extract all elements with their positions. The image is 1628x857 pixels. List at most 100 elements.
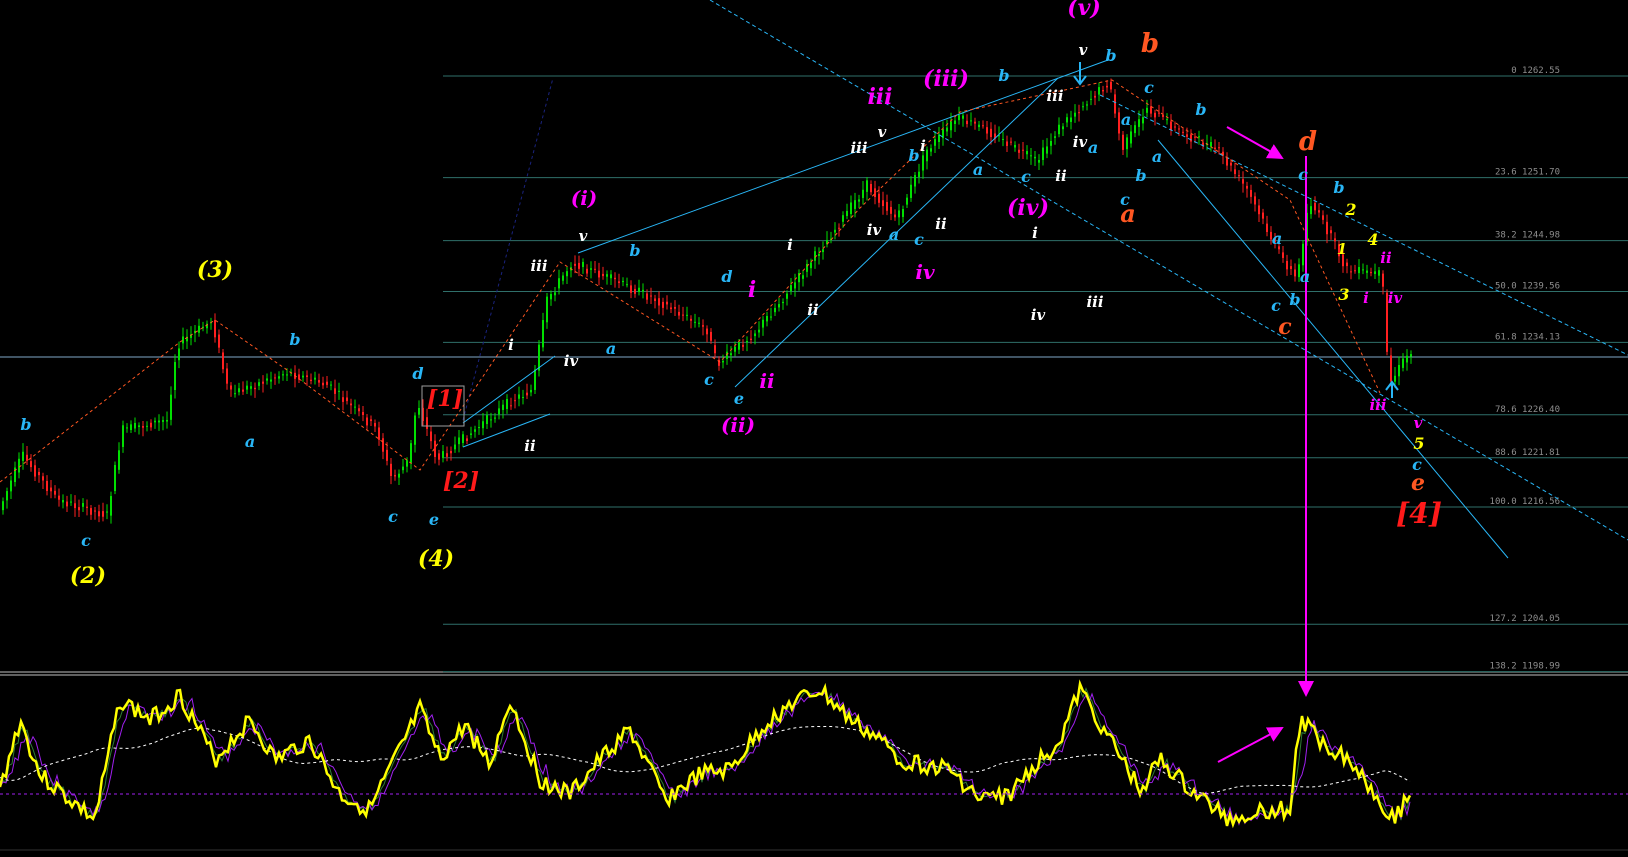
candle-body <box>70 501 72 503</box>
wave-label: 3 <box>1338 285 1349 304</box>
candle-body <box>1022 149 1024 151</box>
candle-body <box>910 184 912 198</box>
candle-body <box>902 209 904 217</box>
arrow-down-right <box>1226 126 1284 159</box>
wave-label: iii <box>1086 293 1103 311</box>
wave-labels: (2)(3)(4)cbabdc e[1][2]iiiiiiivv(i)bacde(… <box>20 0 1442 589</box>
candle-body <box>486 415 488 425</box>
candle-body <box>978 124 980 128</box>
candle-body <box>954 120 956 125</box>
candle-body <box>410 443 412 464</box>
candle-body <box>30 461 32 468</box>
candle-body <box>1290 266 1292 270</box>
candle-body <box>1010 141 1012 143</box>
candle-body <box>530 389 532 393</box>
wave-label: i <box>748 277 756 303</box>
candle-body <box>946 127 948 132</box>
candle-body <box>898 210 900 218</box>
candle-body <box>270 379 272 382</box>
candle-body <box>626 284 628 286</box>
candle-body <box>306 375 308 378</box>
candle-body <box>638 287 640 292</box>
wave-label: i <box>787 236 793 254</box>
candle-body <box>614 277 616 280</box>
candle-body <box>690 318 692 321</box>
wave-label: ii <box>759 369 774 393</box>
candle-body <box>1134 125 1136 134</box>
candle-body <box>1066 117 1068 123</box>
candle-body <box>1166 119 1168 121</box>
wave-label: (3) <box>197 257 233 283</box>
candle-body <box>1382 273 1384 287</box>
candle-body <box>926 149 928 162</box>
decline-channel-3 <box>709 0 1628 541</box>
wave-label: c <box>1144 78 1154 97</box>
candle-body <box>58 495 60 500</box>
candle-body <box>370 419 372 422</box>
candle-body <box>1014 144 1016 148</box>
candle-body <box>146 425 148 427</box>
candle-body <box>238 388 240 393</box>
candle-body <box>534 369 536 390</box>
wave-label: ii <box>1380 249 1392 267</box>
wave-label: [2] <box>443 468 479 494</box>
wave-label: b <box>1333 178 1344 197</box>
candle-body <box>622 280 624 283</box>
wave-label: i <box>920 137 926 155</box>
candle-body <box>702 325 704 327</box>
candle-body <box>250 386 252 389</box>
candle-body <box>770 316 772 318</box>
wave-label: a <box>245 432 255 451</box>
candle-body <box>414 415 416 445</box>
candle-body <box>722 360 724 363</box>
candle-body <box>646 293 648 300</box>
candle-body <box>398 473 400 478</box>
wave-label: c <box>1271 296 1281 315</box>
candle-body <box>1330 230 1332 234</box>
candle-body <box>962 115 964 119</box>
candle-body <box>490 419 492 421</box>
candle-body <box>102 511 104 517</box>
candle-body <box>38 471 40 476</box>
candle-body <box>1226 157 1228 166</box>
candle-body <box>878 193 880 203</box>
candle-body <box>1018 149 1020 153</box>
wave-label: b <box>1141 29 1159 59</box>
candle-body <box>54 490 56 495</box>
candle-body <box>1314 202 1316 211</box>
candle-body <box>1210 142 1212 147</box>
wave-label: iv <box>1031 306 1046 324</box>
wave-label: [4] <box>1396 497 1442 530</box>
candle-body <box>322 382 324 386</box>
candle-body <box>74 503 76 509</box>
candle-body <box>450 450 452 454</box>
wave-label: c <box>704 370 714 389</box>
wave-label: iii <box>867 84 892 110</box>
candle-body <box>674 306 676 309</box>
candle-body <box>478 427 480 429</box>
candle-body <box>162 420 164 422</box>
oscillator-signal-green <box>0 687 1411 827</box>
candle-body <box>658 298 660 306</box>
candle-body <box>50 487 52 492</box>
candle-body <box>1094 95 1096 98</box>
candle-body <box>354 406 356 408</box>
candle-body <box>930 148 932 152</box>
candle-body <box>110 496 112 516</box>
candle-body <box>366 417 368 426</box>
candle-body <box>518 394 520 399</box>
candle-body <box>182 336 184 344</box>
wave-label: (v) <box>1067 0 1101 21</box>
candle-body <box>602 273 604 277</box>
candle-body <box>134 422 136 429</box>
candle-body <box>266 378 268 381</box>
oscillator-signal-purple <box>0 691 1411 826</box>
candle-body <box>514 400 516 402</box>
candle-body <box>542 320 544 348</box>
candle-body <box>358 408 360 412</box>
wave-label: (iv) <box>1007 195 1049 221</box>
candle-body <box>934 139 936 146</box>
price-chart[interactable]: 0 1262.55 23.6 1251.70 38.2 1244.98 50.0 12… <box>0 0 1628 857</box>
wave-label: e <box>429 510 439 529</box>
candle-body <box>374 423 376 427</box>
